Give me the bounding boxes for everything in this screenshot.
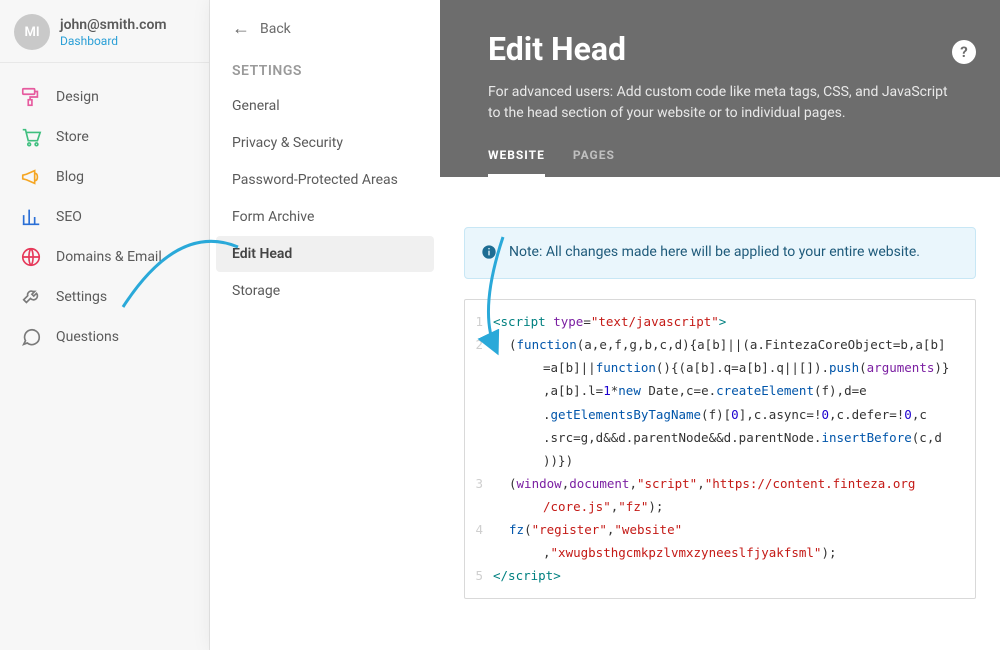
page-title: Edit Head <box>488 30 952 68</box>
code-line: ))}) <box>491 449 967 472</box>
nav-list: Design Store Blog SEO Domains & Email <box>0 63 209 371</box>
tab-pages[interactable]: PAGES <box>573 148 615 177</box>
help-button[interactable]: ? <box>952 40 976 64</box>
main-area: Edit Head For advanced users: Add custom… <box>440 0 1000 650</box>
line-number: 1 <box>465 310 491 333</box>
globe-icon <box>20 246 42 268</box>
code-line: fz("register","website" <box>491 518 967 541</box>
sidebar-item-questions[interactable]: Questions <box>0 317 209 357</box>
settings-item-storage[interactable]: Storage <box>216 273 434 309</box>
line-number: 3 <box>465 472 491 495</box>
tab-website[interactable]: WEBSITE <box>488 148 545 177</box>
tabs: WEBSITE PAGES <box>488 148 952 177</box>
settings-item-edit-head[interactable]: Edit Head <box>216 236 434 272</box>
paint-roller-icon <box>20 86 42 108</box>
sidebar-item-label: Domains & Email <box>56 249 162 265</box>
line-number: 2 <box>465 333 491 356</box>
sidebar-item-seo[interactable]: SEO <box>0 197 209 237</box>
code-editor[interactable]: 1<script type="text/javascript"> 2(funct… <box>464 299 976 599</box>
code-line: =a[b]||function(){(a[b].q=a[b].q||[]).pu… <box>491 356 967 379</box>
code-line: <script type="text/javascript"> <box>491 310 967 333</box>
page-description: For advanced users: Add custom code like… <box>488 82 952 124</box>
megaphone-icon <box>20 166 42 188</box>
info-icon <box>481 244 497 264</box>
user-block: MI john@smith.com Dashboard <box>0 0 209 63</box>
code-line: .getElementsByTagName(f)[0],c.async=!0,c… <box>491 403 967 426</box>
cart-icon <box>20 126 42 148</box>
back-button[interactable]: ← Back <box>210 0 440 49</box>
code-line: /core.js","fz"); <box>491 495 967 518</box>
content-body: Note: All changes made here will be appl… <box>440 177 1000 619</box>
code-line: </script> <box>491 564 967 587</box>
code-line: ,"xwugbsthgcmkpzlvmxzyneeslfjyakfsml"); <box>491 541 967 564</box>
settings-list: General Privacy & Security Password-Prot… <box>210 88 440 309</box>
sidebar-item-settings[interactable]: Settings <box>0 277 209 317</box>
sidebar-item-blog[interactable]: Blog <box>0 157 209 197</box>
settings-heading: SETTINGS <box>210 49 440 87</box>
settings-panel: ← Back SETTINGS General Privacy & Securi… <box>210 0 440 650</box>
line-number: 5 <box>465 564 491 587</box>
user-info: john@smith.com Dashboard <box>60 17 167 48</box>
speech-bubble-icon <box>20 326 42 348</box>
sidebar-item-design[interactable]: Design <box>0 77 209 117</box>
code-line: .src=g,d&&d.parentNode&&d.parentNode.ins… <box>491 426 967 449</box>
settings-item-form-archive[interactable]: Form Archive <box>216 199 434 235</box>
sidebar-item-store[interactable]: Store <box>0 117 209 157</box>
avatar[interactable]: MI <box>14 14 50 50</box>
dashboard-link[interactable]: Dashboard <box>60 34 167 48</box>
code-line: (window,document,"script","https://conte… <box>491 472 967 495</box>
code-line: ,a[b].l=1*new Date,c=e.createElement(f),… <box>491 379 967 402</box>
settings-item-general[interactable]: General <box>216 88 434 124</box>
sidebar-item-label: Store <box>56 129 89 145</box>
bar-chart-icon <box>20 206 42 228</box>
settings-item-privacy[interactable]: Privacy & Security <box>216 125 434 161</box>
code-line: (function(a,e,f,g,b,c,d){a[b]||(a.Fintez… <box>491 333 967 356</box>
sidebar-item-label: Settings <box>56 289 107 305</box>
main-header: Edit Head For advanced users: Add custom… <box>440 0 1000 177</box>
wrench-icon <box>20 286 42 308</box>
left-sidebar: MI john@smith.com Dashboard Design Store… <box>0 0 210 650</box>
settings-item-password-areas[interactable]: Password-Protected Areas <box>216 162 434 198</box>
sidebar-item-label: Questions <box>56 329 119 345</box>
note-text: Note: All changes made here will be appl… <box>509 242 920 263</box>
sidebar-item-label: SEO <box>56 209 82 225</box>
sidebar-item-label: Design <box>56 89 99 105</box>
back-label: Back <box>260 21 291 37</box>
note-box: Note: All changes made here will be appl… <box>464 227 976 279</box>
user-email: john@smith.com <box>60 17 167 33</box>
arrow-left-icon: ← <box>232 18 250 39</box>
sidebar-item-label: Blog <box>56 169 84 185</box>
line-number: 4 <box>465 518 491 541</box>
sidebar-item-domains[interactable]: Domains & Email <box>0 237 209 277</box>
